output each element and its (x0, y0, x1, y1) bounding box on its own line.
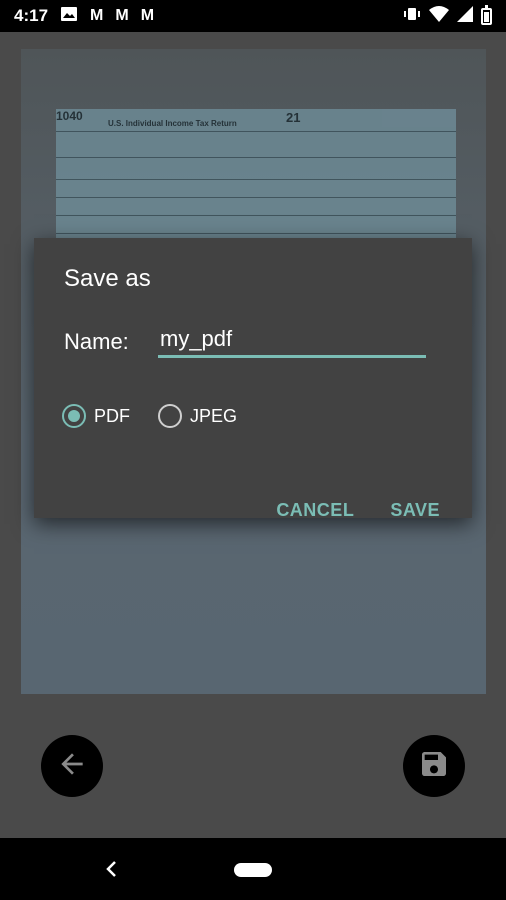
app-content: 1040 U.S. Individual Income Tax Return 2… (0, 32, 506, 838)
battery-icon (481, 4, 492, 25)
gmail-icon: M (115, 7, 129, 24)
save-button[interactable]: SAVE (390, 500, 440, 521)
status-left: 4:17 M M M (14, 6, 154, 27)
signal-icon (457, 6, 473, 26)
form-rule (56, 215, 456, 216)
back-arrow-icon (56, 748, 88, 785)
cancel-button[interactable]: CANCEL (276, 500, 354, 521)
name-label: Name: (64, 329, 129, 354)
format-option-label: JPEG (190, 405, 238, 426)
wifi-icon (429, 6, 449, 26)
status-bar: 4:17 M M M (0, 0, 506, 32)
format-option-pdf[interactable]: PDF (62, 404, 130, 428)
save-disk-icon (418, 748, 450, 785)
image-icon (60, 6, 78, 27)
nav-home-pill[interactable] (234, 863, 272, 877)
form-year: 21 (286, 110, 301, 125)
form-rule (56, 131, 456, 132)
format-option-jpeg[interactable]: JPEG (158, 404, 237, 428)
form-rule (56, 179, 456, 180)
gmail-icon: M (90, 7, 104, 24)
form-rule (56, 233, 456, 234)
gmail-icon: M (140, 7, 155, 24)
nav-back-icon[interactable] (98, 856, 124, 882)
form-rule (56, 157, 456, 158)
form-title: U.S. Individual Income Tax Return (108, 119, 237, 128)
radio-unchecked-icon[interactable] (158, 404, 182, 428)
dialog-title: Save as (64, 265, 151, 292)
file-name-input[interactable] (158, 322, 426, 358)
format-option-label: PDF (94, 405, 130, 426)
dialog-actions: CANCEL SAVE (276, 500, 440, 521)
vibrate-icon (403, 6, 421, 26)
form-number: 1040 (56, 109, 83, 123)
status-time: 4:17 (14, 6, 49, 25)
radio-checked-icon[interactable] (62, 404, 86, 428)
save-document-button[interactable] (403, 735, 465, 797)
form-rule (56, 197, 456, 198)
back-button[interactable] (41, 735, 103, 797)
system-nav-bar (0, 838, 506, 900)
format-radio-group: PDF JPEG (62, 404, 237, 428)
status-right (403, 4, 492, 26)
save-as-dialog: Save as Name: PDF JPEG CANCEL SAVE (34, 238, 472, 521)
